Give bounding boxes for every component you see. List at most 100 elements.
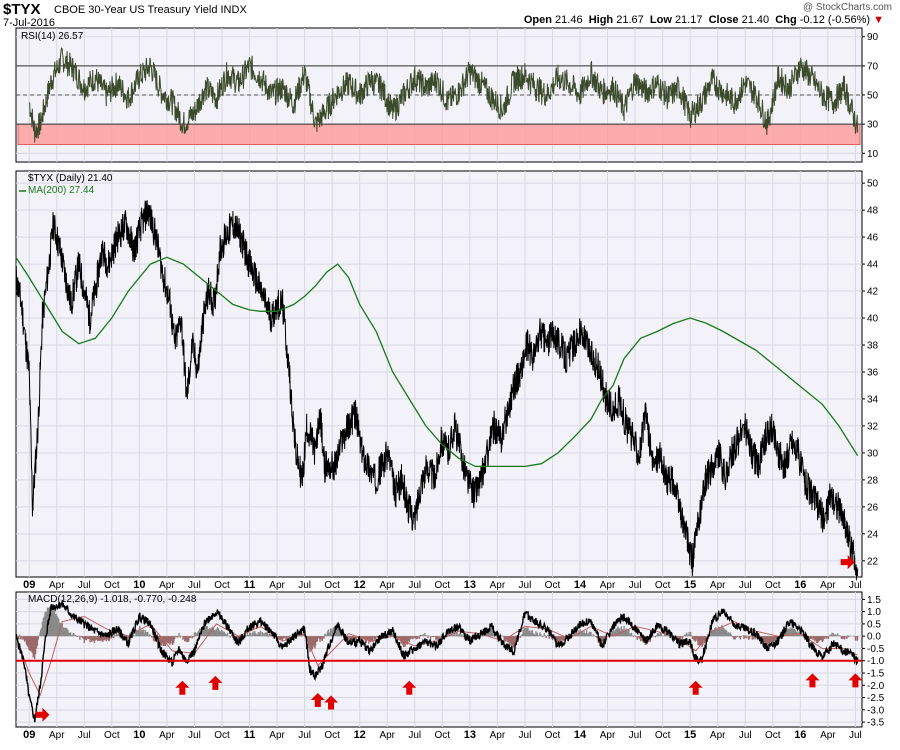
macd-x-axis-tick-label: 10 <box>133 729 145 741</box>
macd-x-axis-tick-label: 15 <box>684 729 696 741</box>
macd-axis-tick-label: -3.0 <box>867 705 885 716</box>
price-x-axis-tick-label: Oct <box>214 580 230 591</box>
macd-x-axis-tick-label: 14 <box>574 729 587 741</box>
price-axis-tick-label: 42 <box>867 287 879 298</box>
macd-x-axis-tick-label: Jul <box>519 730 532 741</box>
price-x-axis-tick-label: Apr <box>269 580 285 591</box>
rsi-axis-tick-label: 70 <box>867 61 879 72</box>
price-x-axis-tick-label: 12 <box>354 579 366 591</box>
ma-legend: MA(200) 27.44 <box>28 185 95 196</box>
macd-x-axis-tick-label: 09 <box>23 729 35 741</box>
price-axis-tick-label: 34 <box>867 394 879 405</box>
price-x-axis-tick-label: Jul <box>188 580 201 591</box>
price-legend: $TYX (Daily) 21.40 <box>28 173 113 184</box>
price-x-axis-tick-label: Oct <box>545 580 561 591</box>
macd-axis-tick-label: -3.5 <box>867 718 885 729</box>
price-x-axis-tick-label: Oct <box>655 580 671 591</box>
price-axis-tick-label: 22 <box>867 556 879 567</box>
price-x-axis-tick-label: Apr <box>820 580 836 591</box>
macd-axis-tick-label: -1.5 <box>867 669 885 680</box>
price-axis-tick-label: 30 <box>867 448 879 459</box>
price-x-axis-tick-label: 15 <box>684 579 696 591</box>
macd-x-axis-tick-label: Apr <box>49 730 65 741</box>
macd-x-axis-tick-label: 13 <box>464 729 476 741</box>
macd-axis-tick-label: -1.0 <box>867 656 885 667</box>
price-axis-tick-label: 24 <box>867 529 879 540</box>
price-x-axis-tick-label: Apr <box>49 580 65 591</box>
chart-canvas: 10 30 50 70 90 RSI(14) 26.57 22 24 26 28 30 32 34 36 3… <box>15 27 885 741</box>
macd-x-axis-tick-label: Jul <box>849 730 862 741</box>
macd-x-axis-tick-label: Oct <box>324 730 340 741</box>
price-x-axis-tick-label: 14 <box>574 579 587 591</box>
macd-x-axis-tick-label: Jul <box>739 730 752 741</box>
macd-x-axis-tick-label: Oct <box>765 730 781 741</box>
price-axis-tick-label: 28 <box>867 475 879 486</box>
price-x-axis-tick-label: Oct <box>324 580 340 591</box>
price-axis-tick-label: 40 <box>867 314 879 325</box>
rsi-axis-tick-label: 30 <box>867 120 879 131</box>
macd-x-axis-tick-label: Apr <box>379 730 395 741</box>
price-x-axis-tick-label: Oct <box>104 580 120 591</box>
rsi-axis-tick-label: 10 <box>867 149 879 160</box>
price-x-axis-tick-label: Oct <box>435 580 451 591</box>
macd-legend: MACD(12,26,9) -1.018, -0.770, -0.248 <box>28 594 197 605</box>
rsi-axis-tick-label: 50 <box>867 91 879 102</box>
macd-axis-tick-label: -0.5 <box>867 644 885 655</box>
macd-axis-tick-label: 1.0 <box>867 607 881 618</box>
price-axis-tick-label: 38 <box>867 341 879 352</box>
price-axis-tick-label: 36 <box>867 367 879 378</box>
macd-axis-tick-label: 1.5 <box>867 595 881 606</box>
macd-x-axis-tick-label: 12 <box>354 729 366 741</box>
macd-x-axis-tick-label: Apr <box>600 730 616 741</box>
macd-x-axis-tick-label: Jul <box>408 730 421 741</box>
macd-x-axis-tick-label: Oct <box>655 730 671 741</box>
macd-x-axis-tick-label: 16 <box>794 729 806 741</box>
price-x-axis-tick-label: Oct <box>765 580 781 591</box>
price-x-axis-tick-label: Jul <box>78 580 91 591</box>
price-axis-tick-label: 44 <box>867 260 879 271</box>
price-x-axis-tick-label: 10 <box>133 579 145 591</box>
price-x-axis-tick-label: 16 <box>794 579 806 591</box>
price-x-axis-tick-label: Apr <box>600 580 616 591</box>
macd-x-axis-tick-label: 11 <box>244 729 256 741</box>
macd-axis-tick-label: 0.5 <box>867 619 881 630</box>
price-axis-tick-label: 32 <box>867 421 879 432</box>
price-axis-tick-label: 48 <box>867 206 879 217</box>
price-x-axis-tick-label: Apr <box>159 580 175 591</box>
macd-x-axis-tick-label: Apr <box>269 730 285 741</box>
macd-panel <box>15 591 863 728</box>
price-x-axis-tick-label: Jul <box>298 580 311 591</box>
macd-x-axis-tick-label: Jul <box>78 730 91 741</box>
price-x-axis-tick-label: Apr <box>379 580 395 591</box>
macd-x-axis-tick-label: Apr <box>490 730 506 741</box>
rsi-legend: RSI(14) 26.57 <box>21 31 84 42</box>
macd-x-axis-tick-label: Oct <box>214 730 230 741</box>
macd-axis-tick-label: -2.5 <box>867 693 885 704</box>
macd-x-axis-tick-label: Oct <box>545 730 561 741</box>
macd-x-axis-tick-label: Apr <box>820 730 836 741</box>
price-x-axis-tick-label: Apr <box>490 580 506 591</box>
price-x-axis-tick-label: Jul <box>849 580 862 591</box>
price-x-axis-tick-label: 11 <box>244 579 256 591</box>
macd-x-axis-tick-label: Oct <box>435 730 451 741</box>
price-x-axis-tick-label: Jul <box>739 580 752 591</box>
macd-x-axis-tick-label: Jul <box>629 730 642 741</box>
macd-axis-tick-label: 0.0 <box>867 632 881 643</box>
rsi-oversold-band <box>17 123 861 146</box>
price-x-axis-tick-label: 09 <box>23 579 35 591</box>
rsi-axis-tick-label: 90 <box>867 32 879 43</box>
price-x-axis-tick-label: Jul <box>519 580 532 591</box>
macd-x-axis-tick-label: Oct <box>104 730 120 741</box>
macd-x-axis-tick-label: Jul <box>298 730 311 741</box>
price-axis-tick-label: 46 <box>867 233 879 244</box>
macd-axis-tick-label: -2.0 <box>867 681 885 692</box>
price-x-axis-tick-label: Jul <box>629 580 642 591</box>
macd-x-axis-tick-label: Apr <box>710 730 726 741</box>
macd-x-axis-tick-label: Jul <box>188 730 201 741</box>
price-x-axis-tick-label: Jul <box>408 580 421 591</box>
price-x-axis-tick-label: 13 <box>464 579 476 591</box>
price-axis-tick-label: 26 <box>867 502 879 513</box>
price-axis-tick-label: 50 <box>867 179 879 190</box>
price-x-axis-tick-label: Apr <box>710 580 726 591</box>
macd-x-axis-tick-label: Apr <box>159 730 175 741</box>
